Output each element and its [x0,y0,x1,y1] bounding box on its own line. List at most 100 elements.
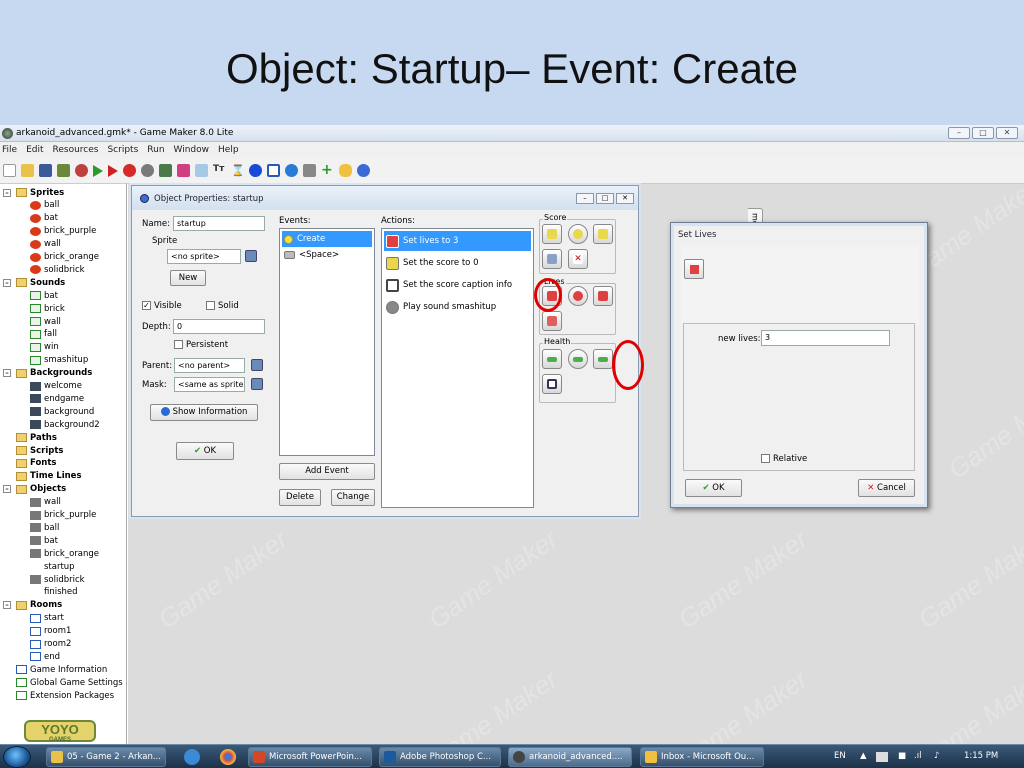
tree-item[interactable]: brick [30,302,65,315]
show-hidden-icons-icon[interactable]: ▲ [860,751,867,761]
collapse-icon[interactable]: – [3,369,11,378]
run-icon[interactable] [93,164,103,177]
tree-item[interactable]: welcome [30,380,82,393]
action-set-score[interactable]: Set the score to 0 [384,253,531,273]
ok-button[interactable]: ✔ OK [176,442,234,460]
tree-item[interactable]: background [30,405,94,418]
tree-item[interactable]: wall [30,238,61,251]
sprite-menu-icon[interactable] [245,250,257,262]
tree-item[interactable]: fall [30,328,57,341]
add-script-icon[interactable] [195,164,208,177]
tree-item[interactable]: finished [30,586,78,599]
mask-menu-icon[interactable] [251,378,263,390]
game-info-icon[interactable] [285,164,298,177]
tree-item[interactable]: brick_purple [30,509,96,522]
tree-item[interactable]: solidbrick [30,263,85,276]
tree-item[interactable]: Global Game Settings [16,676,123,689]
collapse-icon[interactable]: – [3,601,11,610]
tree-item[interactable]: bat [30,534,58,547]
menu-resources[interactable]: Resources [53,145,99,155]
new-sprite-button[interactable]: New [170,270,206,286]
tree-item[interactable]: brick_purple [30,225,96,238]
tree-item[interactable]: ball [30,521,59,534]
action-score-caption[interactable]: Set the score caption info [384,275,531,295]
new-icon[interactable] [3,164,16,177]
taskbar-item-explorer[interactable]: 05 - Game 2 - Arkan... [46,747,166,767]
menu-file[interactable]: File [2,145,17,155]
test-score-action-icon[interactable] [568,224,588,244]
menu-window[interactable]: Window [174,145,210,155]
new-lives-field[interactable]: 3 [761,330,890,346]
tree-item[interactable]: brick_orange [30,547,99,560]
minimize-button[interactable]: – [948,127,970,139]
draw-lives-action-icon[interactable] [593,286,613,306]
menu-scripts[interactable]: Scripts [107,145,138,155]
persistent-checkbox[interactable]: Persistent [174,340,228,350]
tree-item[interactable]: bat [30,289,58,302]
menu-help[interactable]: Help [218,145,239,155]
keyboard-tray-icon[interactable] [876,752,888,762]
menu-edit[interactable]: Edit [26,145,43,155]
global-settings-icon[interactable] [303,164,316,177]
add-font-icon[interactable]: Tт [213,164,226,177]
tree-item[interactable]: room1 [30,625,71,638]
tree-item[interactable]: end [30,650,60,663]
save-icon[interactable] [39,164,52,177]
add-path-icon[interactable] [177,164,190,177]
manual-icon[interactable] [339,164,352,177]
chrome-icon[interactable] [220,749,236,765]
tree-item[interactable]: ball [30,199,59,212]
tree-item[interactable]: – Sprites [3,186,64,199]
help-icon[interactable] [357,164,370,177]
add-event-button[interactable]: Add Event [279,463,375,480]
menu-run[interactable]: Run [147,145,164,155]
collapse-icon[interactable]: – [3,485,11,494]
tree-item[interactable]: – Backgrounds [3,367,92,380]
test-health-action-icon[interactable] [568,349,588,369]
tree-item[interactable]: smashitup [30,354,88,367]
start-button[interactable] [3,746,31,768]
tree-item[interactable]: Fonts [16,457,56,470]
clock[interactable]: 1:15 PM [964,751,998,761]
draw-life-images-action-icon[interactable] [542,311,562,331]
tree-item[interactable]: start [30,612,64,625]
add-timeline-icon[interactable]: ⌛ [231,164,245,177]
solid-checkbox[interactable]: Solid [206,301,239,311]
taskbar-item-powerpoint[interactable]: Microsoft PowerPoin... [248,747,372,767]
tree-item[interactable]: wall [30,315,61,328]
action-play-sound[interactable]: Play sound smashitup [384,297,531,317]
tree-item[interactable]: Scripts [16,444,63,457]
tree-item[interactable]: – Rooms [3,599,62,612]
ie-icon[interactable] [184,749,200,765]
signal-icon[interactable]: .ıl [914,751,921,761]
show-information-button[interactable]: Show Information [150,404,258,421]
mask-select[interactable]: <same as sprite> [174,377,245,392]
open-icon[interactable] [21,164,34,177]
add-background-icon[interactable] [159,164,172,177]
tree-item[interactable]: room2 [30,638,71,651]
name-field[interactable]: startup [173,216,265,231]
tree-item[interactable]: Extension Packages [16,689,114,702]
publish-icon[interactable] [75,164,88,177]
taskbar-item-game-maker[interactable]: arkanoid_advanced.... [508,747,632,767]
tree-item[interactable]: win [30,341,59,354]
sprite-select[interactable]: <no sprite> [167,249,241,264]
action-set-lives[interactable]: Set lives to 3 [384,231,531,251]
set-score-action-icon[interactable] [542,224,562,244]
tree-item[interactable]: Paths [16,431,57,444]
tree-item[interactable]: bat [30,212,58,225]
event-create[interactable]: Create [282,231,372,247]
tree-item[interactable]: background2 [30,418,100,431]
delete-event-button[interactable]: Delete [279,489,321,506]
tree-item[interactable]: – Sounds [3,276,65,289]
create-executable-icon[interactable] [57,164,70,177]
change-event-button[interactable]: Change [331,489,375,506]
visible-checkbox[interactable]: ✓ Visible [142,301,182,311]
test-lives-action-icon[interactable] [568,286,588,306]
maximize-button[interactable]: □ [972,127,994,139]
dialog-cancel-button[interactable]: ✕ Cancel [858,479,915,497]
network-icon[interactable]: ■ [898,751,906,761]
add-object-icon[interactable] [249,164,262,177]
event-space-key[interactable]: <Space> [282,247,372,263]
show-highscore-action-icon[interactable] [542,249,562,269]
